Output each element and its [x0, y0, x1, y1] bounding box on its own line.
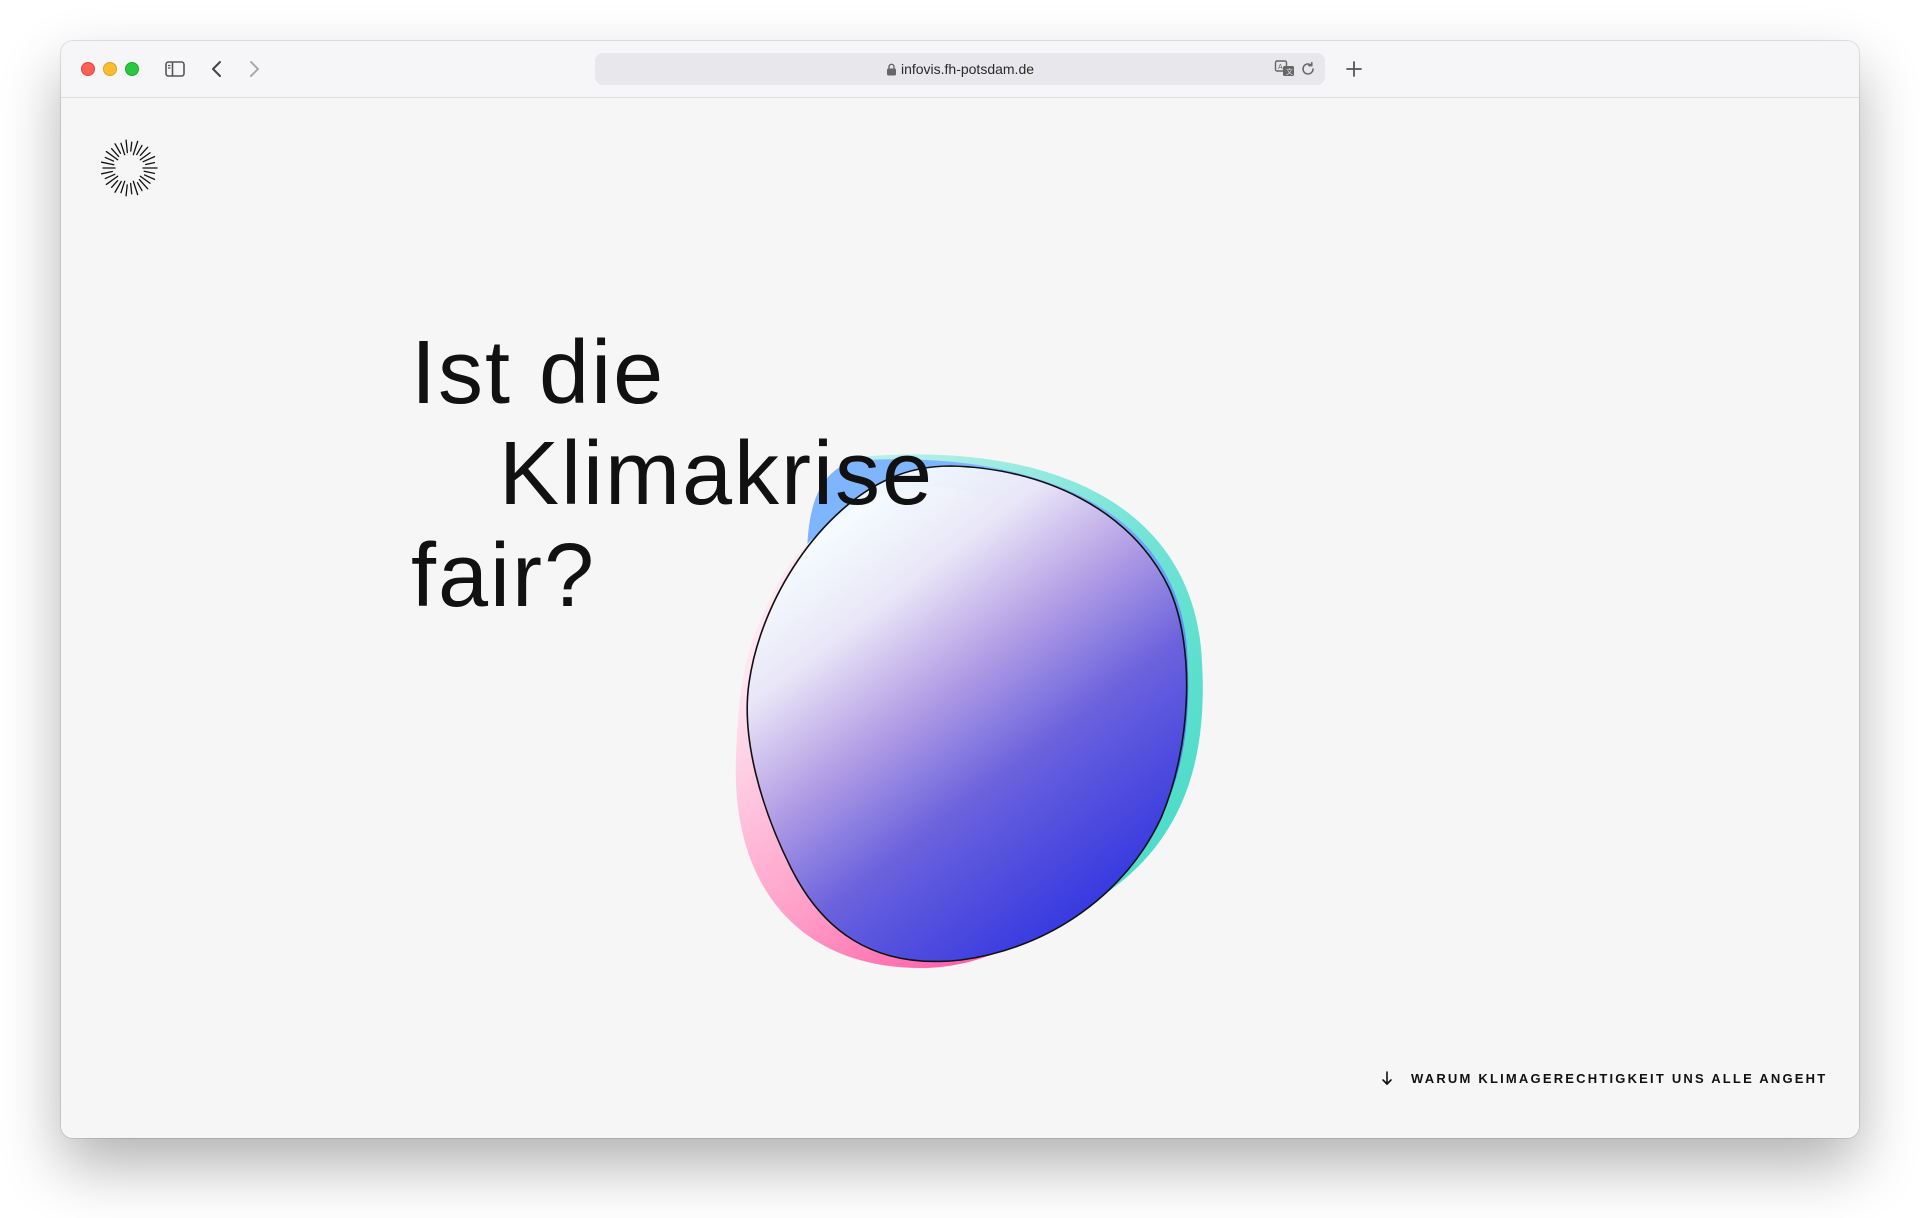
zoom-window-button[interactable] — [125, 62, 139, 76]
logo-ray — [125, 184, 128, 197]
plus-icon[interactable] — [1342, 57, 1366, 81]
logo-ray — [100, 161, 115, 166]
logo-ray — [142, 155, 156, 163]
headline-line-2: Klimakrise — [499, 424, 935, 524]
scroll-down-link[interactable]: WARUM KLIMAGERECHTIGKEIT UNS ALLE ANGEHT — [1379, 1066, 1827, 1090]
logo-ray — [110, 148, 120, 158]
browser-window: infovis.fh-potsdam.de A 文 Ist die Klimak… — [61, 41, 1859, 1138]
headline-line-3: fair? — [411, 526, 597, 626]
svg-text:文: 文 — [1286, 67, 1293, 76]
sunburst-logo-icon[interactable] — [97, 136, 161, 200]
logo-ray — [136, 144, 143, 156]
logo-ray — [100, 170, 114, 175]
headline-line-1: Ist die — [411, 323, 666, 423]
logo-ray — [120, 142, 126, 156]
url-display[interactable]: infovis.fh-potsdam.de — [595, 53, 1325, 85]
translate-icon[interactable]: A 文 — [1274, 59, 1296, 79]
reload-icon[interactable] — [1299, 60, 1317, 78]
arrow-down-icon — [1382, 1071, 1392, 1085]
logo-ray — [120, 180, 126, 194]
logo-ray — [104, 156, 115, 162]
logo-ray — [114, 143, 122, 154]
logo-ray — [104, 173, 116, 180]
address-bar[interactable]: infovis.fh-potsdam.de A 文 — [595, 53, 1325, 85]
logo-ray — [132, 180, 139, 196]
logo-ray — [143, 170, 156, 175]
url-text: infovis.fh-potsdam.de — [900, 61, 1035, 77]
logo-ray — [132, 140, 139, 156]
logo-ray — [130, 141, 133, 152]
logo-ray — [139, 146, 149, 157]
lock-icon — [886, 63, 896, 76]
browser-toolbar: infovis.fh-potsdam.de A 文 — [61, 41, 1859, 98]
chevron-left-icon[interactable] — [205, 57, 229, 81]
logo-ray — [143, 174, 156, 181]
chevron-right-icon[interactable] — [242, 57, 266, 81]
close-window-button[interactable] — [81, 62, 95, 76]
logo-ray — [110, 179, 119, 188]
scroll-down-label: WARUM KLIMAGERECHTIGKEIT UNS ALLE ANGEHT — [1411, 1070, 1828, 1086]
logo-ray — [125, 139, 129, 154]
minimize-window-button[interactable] — [103, 62, 117, 76]
logo-ray — [144, 161, 156, 166]
page-content: Ist die Klimakrise fair? WARUM KLIMAGERE… — [61, 98, 1859, 1138]
logo-ray — [136, 182, 143, 192]
logo-ray — [129, 182, 133, 195]
sidebar-icon[interactable] — [163, 57, 187, 81]
svg-text:A: A — [1278, 64, 1283, 71]
